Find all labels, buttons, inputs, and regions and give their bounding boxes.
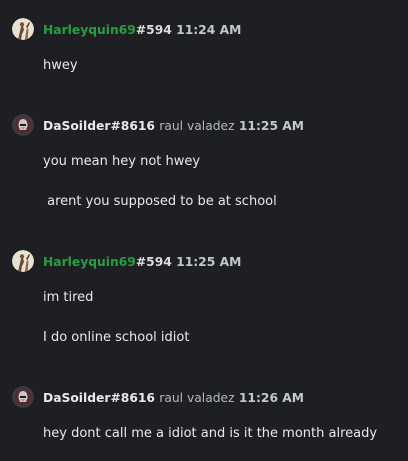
message-text: you mean hey not hwey (43, 154, 201, 169)
discriminator: #8616 (110, 391, 155, 405)
message-text: I do online school idiot (43, 330, 190, 345)
message-header: DaSoilder#8616 raul valadez 11:26 AM (43, 390, 304, 406)
harleyquinn-avatar-icon[interactable] (12, 250, 34, 272)
nickname: raul valadez (159, 119, 235, 133)
username[interactable]: DaSoilder (43, 391, 110, 405)
discriminator: #594 (135, 23, 172, 37)
harleyquinn-avatar-icon[interactable] (12, 18, 34, 40)
timestamp[interactable]: 11:24 AM (176, 23, 241, 37)
helmet-avatar-icon[interactable] (12, 386, 34, 408)
username[interactable]: Harleyquin69 (43, 23, 136, 37)
timestamp[interactable]: 11:25 AM (176, 255, 241, 269)
discriminator: #594 (135, 255, 172, 269)
message-text: hwey (43, 58, 78, 73)
username[interactable]: DaSoilder (43, 119, 110, 133)
message-header: Harleyquin69#594 11:24 AM (43, 22, 241, 38)
message-text: im tired (43, 290, 94, 305)
message-text: arent you supposed to be at school (43, 194, 277, 209)
helmet-avatar-icon[interactable] (12, 114, 34, 136)
timestamp[interactable]: 11:26 AM (239, 391, 304, 405)
discriminator: #8616 (110, 119, 155, 133)
username[interactable]: Harleyquin69 (43, 255, 136, 269)
message-text: hey dont call me a idiot and is it the m… (43, 426, 378, 441)
message-header: Harleyquin69#594 11:25 AM (43, 254, 241, 270)
timestamp[interactable]: 11:25 AM (239, 119, 304, 133)
message-header: DaSoilder#8616 raul valadez 11:25 AM (43, 118, 304, 134)
nickname: raul valadez (159, 391, 235, 405)
